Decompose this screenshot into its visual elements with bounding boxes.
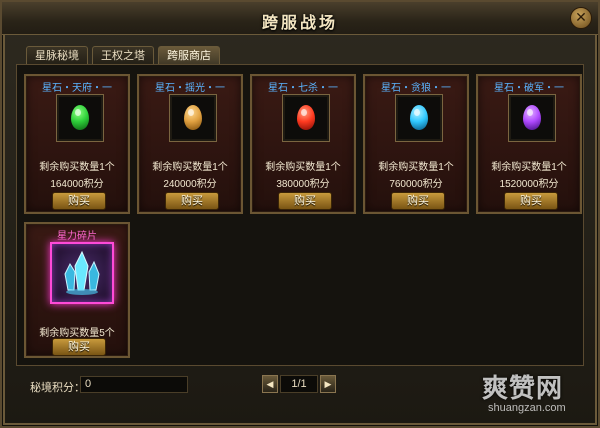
- item-slot[interactable]: [56, 94, 104, 142]
- item-price: 164000积分: [50, 179, 104, 190]
- close-button[interactable]: ✕: [570, 7, 592, 29]
- item-stock: 剩余购买数量5个: [39, 328, 115, 339]
- item-price: 760000积分: [389, 179, 443, 190]
- shop-item-card: 星石・天府・一 剩余购买数量1个 164000积分 购买: [24, 74, 130, 214]
- arrow-right-icon: ▶: [324, 379, 332, 389]
- buy-button[interactable]: 购买: [52, 192, 106, 210]
- pagination: ◀ 1/1 ▶: [262, 375, 336, 393]
- item-name: 星石・破军・一: [494, 83, 564, 94]
- item-price: 1520000积分: [499, 179, 559, 190]
- item-price: 240000积分: [163, 179, 217, 190]
- secret-realm-points-label: 秘境积分：: [30, 382, 85, 394]
- item-slot[interactable]: [508, 94, 556, 142]
- shop-item-card: 星石・七杀・一 剩余购买数量1个 380000积分 购买: [250, 74, 356, 214]
- buy-button[interactable]: 购买: [391, 192, 445, 210]
- buy-button[interactable]: 购买: [278, 192, 332, 210]
- secret-realm-points-value: 0: [80, 376, 188, 393]
- purple-gem-icon: [523, 105, 541, 130]
- red-gem-icon: [297, 105, 315, 130]
- shop-item-card: 星力碎片 剩余购买数量5个 20000积分 购买: [24, 222, 130, 358]
- shop-item-card: 星石・摇光・一 剩余购买数量1个 240000积分 购买: [137, 74, 243, 214]
- green-gem-icon: [71, 105, 89, 130]
- item-stock: 剩余购买数量1个: [378, 162, 454, 173]
- item-stock: 剩余购买数量1个: [491, 162, 567, 173]
- shop-item-card: 星石・破军・一 剩余购买数量1个 1520000积分 购买: [476, 74, 582, 214]
- arrow-left-icon: ◀: [266, 379, 274, 389]
- crystal-shard-icon: [64, 250, 100, 295]
- item-price: 380000积分: [276, 179, 330, 190]
- window-title: 跨服战场: [261, 15, 338, 32]
- buy-button[interactable]: 购买: [165, 192, 219, 210]
- prev-page-button[interactable]: ◀: [262, 375, 278, 393]
- buy-button[interactable]: 购买: [52, 338, 106, 356]
- buy-button[interactable]: 购买: [504, 192, 558, 210]
- item-name: 星石・七杀・一: [268, 83, 338, 94]
- tab-royal-tower[interactable]: 王权之塔: [92, 46, 154, 66]
- item-name: 星石・贪狼・一: [381, 83, 451, 94]
- title-bar: 跨服战场 ✕: [2, 2, 598, 35]
- next-page-button[interactable]: ▶: [320, 375, 336, 393]
- item-name: 星石・摇光・一: [155, 83, 225, 94]
- item-stock: 剩余购买数量1个: [39, 162, 115, 173]
- tab-bar: 星脉秘境 王权之塔 跨服商店: [26, 46, 220, 67]
- item-slot[interactable]: [282, 94, 330, 142]
- page-indicator: 1/1: [280, 375, 318, 393]
- orange-gem-icon: [184, 105, 202, 130]
- item-stock: 剩余购买数量1个: [152, 162, 228, 173]
- tab-star-realm[interactable]: 星脉秘境: [26, 46, 88, 66]
- close-icon: ✕: [575, 9, 587, 25]
- watermark-logo: 爽赞网: [482, 373, 564, 403]
- item-stock: 剩余购买数量1个: [265, 162, 341, 173]
- watermark-url: shuangzan.com: [488, 402, 566, 414]
- item-slot[interactable]: [50, 242, 114, 304]
- item-name: 星石・天府・一: [42, 83, 112, 94]
- blue-gem-icon: [410, 105, 428, 130]
- shop-item-card: 星石・贪狼・一 剩余购买数量1个 760000积分 购买: [363, 74, 469, 214]
- item-slot[interactable]: [395, 94, 443, 142]
- item-slot[interactable]: [169, 94, 217, 142]
- item-name: 星力碎片: [57, 231, 97, 242]
